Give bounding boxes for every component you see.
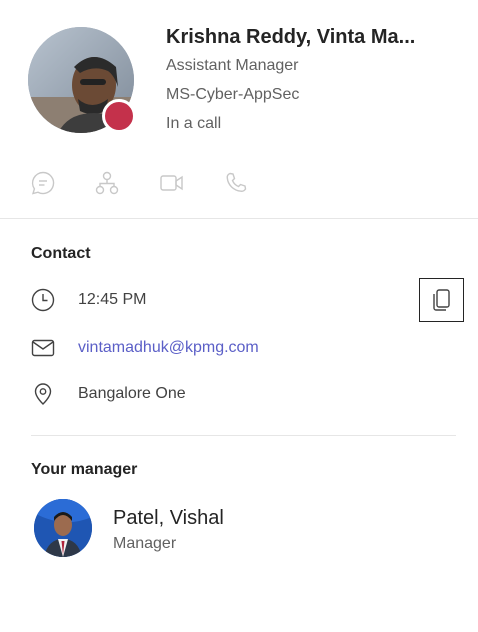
- local-time: 12:45 PM: [78, 291, 147, 308]
- phone-icon: [226, 172, 247, 192]
- manager-title: Manager: [113, 535, 177, 552]
- chat-button[interactable]: [28, 168, 58, 198]
- profile-job-title: Assistant Manager: [166, 57, 299, 74]
- org-chart-button[interactable]: [92, 168, 122, 198]
- header-divider: [0, 218, 478, 219]
- location-pin-icon: [29, 380, 57, 408]
- profile-name: Krishna Reddy, Vinta Ma...: [166, 26, 416, 48]
- section-divider: [31, 435, 456, 436]
- manager-avatar[interactable]: [34, 499, 92, 557]
- mail-icon: [29, 334, 57, 362]
- copy-button[interactable]: [419, 278, 464, 322]
- manager-heading: Your manager: [31, 461, 138, 478]
- video-call-icon: [160, 175, 183, 191]
- clock-icon: [29, 286, 57, 314]
- manager-name[interactable]: Patel, Vishal: [113, 507, 224, 530]
- video-call-button[interactable]: [157, 168, 187, 198]
- audio-call-button[interactable]: [221, 168, 251, 198]
- profile-status: In a call: [166, 115, 222, 132]
- chat-icon: [31, 171, 55, 195]
- profile-department: MS-Cyber-AppSec: [166, 86, 300, 103]
- contact-heading: Contact: [31, 245, 91, 262]
- profile-avatar-container[interactable]: [28, 27, 136, 133]
- office-location: Bangalore One: [78, 385, 186, 402]
- presence-busy-indicator: [102, 99, 136, 133]
- email-link[interactable]: vintamadhuk@kpmg.com: [78, 339, 259, 357]
- org-chart-icon: [95, 171, 119, 195]
- copy-icon: [432, 289, 450, 311]
